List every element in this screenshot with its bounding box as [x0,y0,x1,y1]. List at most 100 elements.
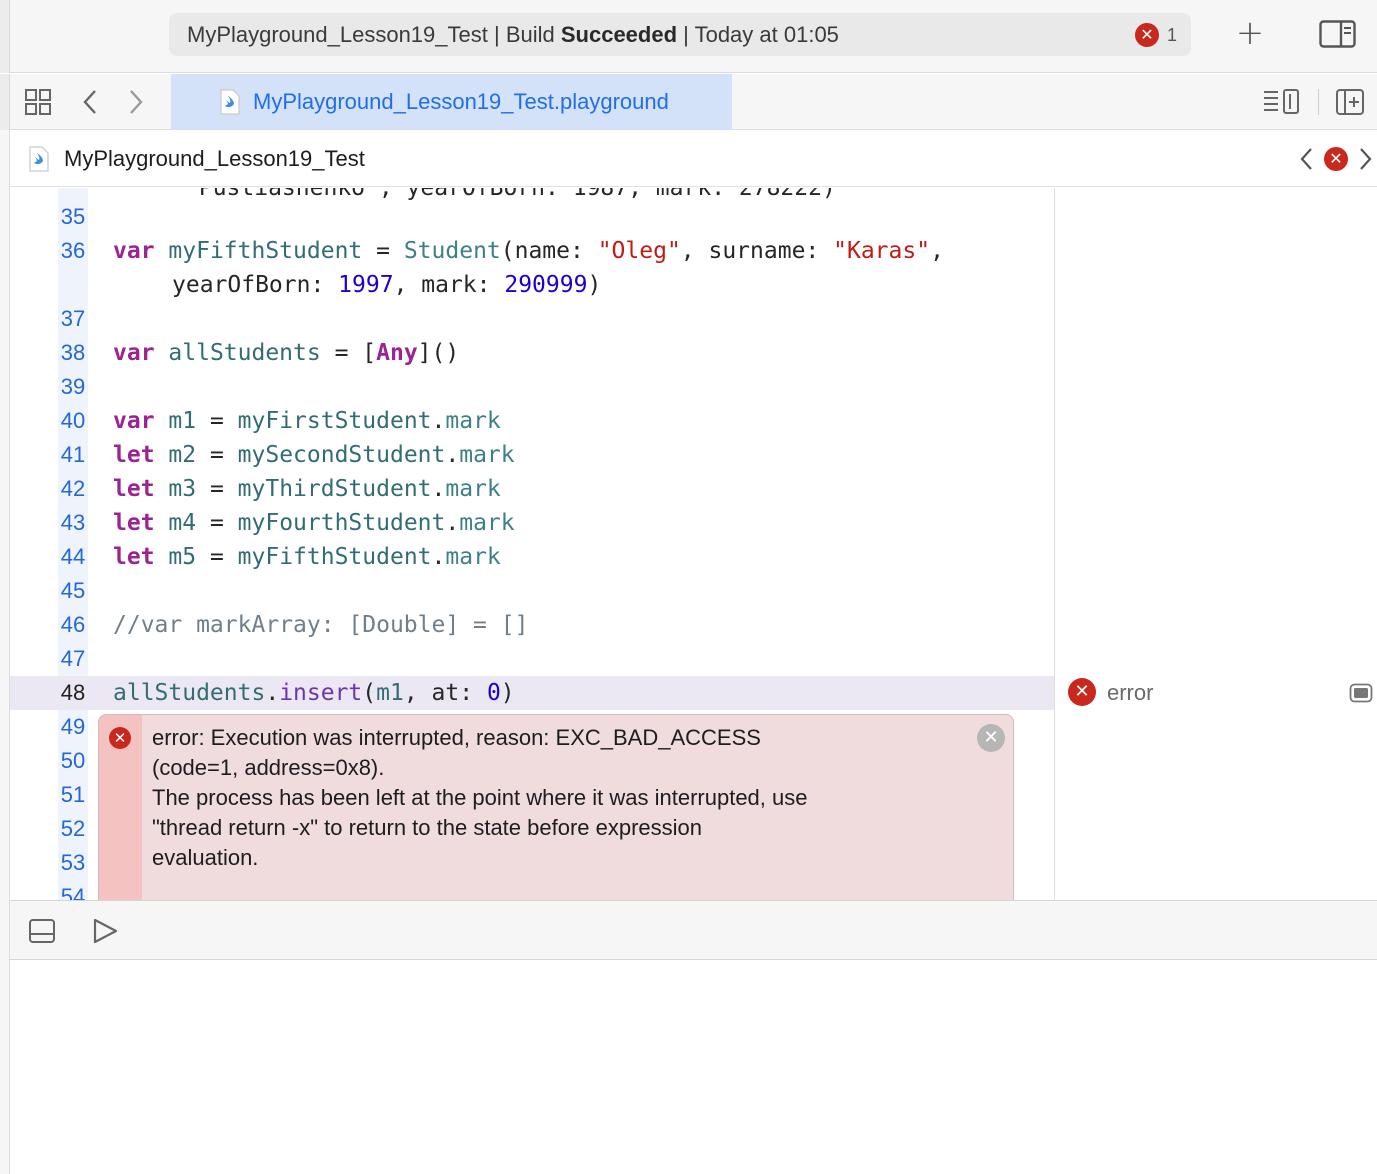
code-text: let m4 = myFourthStudent.mark [113,510,515,536]
code-text: let m3 = myThirdStudent.mark [113,476,501,502]
code-line[interactable]: 46 //var markArray: [Double] = [] [10,608,1054,642]
line-number: 42 [60,476,86,501]
line-number: 49 [60,714,86,739]
code-line[interactable]: 47 [10,642,1054,676]
code-line[interactable]: 39 [10,370,1054,404]
go-back-button[interactable] [78,88,104,116]
close-icon[interactable]: ✕ [977,724,1005,752]
add-editor-button[interactable] [1335,88,1365,116]
toolbar-divider [1318,89,1319,115]
source-editor[interactable]: "Pustiashenko", yearOfBorn: 1987, mark: … [10,188,1054,900]
swift-file-icon [29,146,49,172]
tab-bar: MyPlayground_Lesson19_Test.playground [0,74,1377,130]
line-number: 45 [60,578,86,603]
split-editor-icon [1336,89,1364,115]
editor-options-button[interactable] [1262,88,1302,116]
console-area[interactable] [10,961,1377,1174]
go-forward-button[interactable] [122,88,148,116]
code-line[interactable]: 40 var m1 = myFirstStudent.mark [10,404,1054,438]
code-text: let m2 = mySecondStudent.mark [113,442,515,468]
status-build-state: Succeeded [560,22,678,47]
chevron-right-icon [130,90,143,114]
next-issue-button[interactable] [1357,146,1375,172]
window-left-edge [0,130,10,1174]
line-number: 35 [60,204,86,229]
toggle-debug-area-button[interactable] [28,917,56,945]
status-text: MyPlayground_Lesson19_Test | Build Succe… [187,22,839,47]
line-number: 46 [60,612,86,637]
tab-label: MyPlayground_Lesson19_Test.playground [253,89,669,114]
line-number: 41 [60,442,86,467]
toolbar: MyPlayground_Lesson19_Test | Build Succe… [0,0,1377,73]
error-icon: ✕ [109,727,131,749]
swift-file-icon [220,89,240,115]
code-line[interactable]: 43 let m4 = myFourthStudent.mark [10,506,1054,540]
debug-bar [10,900,1377,960]
line-number: 50 [60,748,86,773]
code-line[interactable]: 35 [10,200,1054,234]
chevron-right-icon [1360,148,1372,170]
line-number: 39 [60,374,86,399]
error-icon[interactable]: ✕ [1324,147,1348,171]
line-number: 53 [60,850,86,875]
status-time: Today at 01:05 [694,22,839,47]
code-text: let m5 = myFifthStudent.mark [113,544,501,570]
error-popover[interactable]: ✕ error: Execution was interrupted, reas… [98,714,1014,900]
code-line[interactable]: 37 [10,302,1054,336]
sidebar-edge [0,74,10,130]
code-line[interactable]: 45 [10,574,1054,608]
code-line[interactable]: 42 let m3 = myThirdStudent.mark [10,472,1054,506]
code-line-wrapped[interactable]: yearOfBorn: 1997, mark: 290999) [10,268,1054,302]
play-icon [93,918,118,944]
code-text: yearOfBorn: 1997, mark: 290999) [172,272,602,298]
code-line[interactable]: 44 let m5 = myFifthStudent.mark [10,540,1054,574]
line-number: 54 [60,884,86,900]
code-text: allStudents.insert(m1, at: 0) [113,680,515,706]
add-library-button[interactable]: + [1232,16,1268,52]
status-build-label: Build [505,22,555,47]
code-comment: //var markArray: [Double] = [] [113,612,529,638]
chevron-left-icon [83,90,96,114]
line-number: 37 [60,306,86,331]
line-number: 40 [60,408,86,433]
status-error-count: 1 [1166,24,1177,45]
chevron-left-icon [1300,148,1312,170]
show-result-button[interactable] [1349,682,1373,704]
jump-bar: MyPlayground_Lesson19_Test ✕ [10,131,1377,187]
activity-status-field[interactable]: MyPlayground_Lesson19_Test | Build Succe… [169,13,1191,56]
result-view-icon [1349,683,1373,703]
status-error-indicator[interactable]: ✕ 1 [1134,23,1177,47]
line-number: 51 [60,782,86,807]
line-number: 38 [60,340,86,365]
line-number: 47 [60,646,86,671]
code-text: var m1 = myFirstStudent.mark [113,408,501,434]
lines-editor-icon [1264,89,1299,114]
run-playground-button[interactable] [90,917,120,945]
error-icon: ✕ [1068,678,1096,706]
sidebar-edge [0,0,10,73]
inspector-icon [1319,20,1356,48]
toggle-inspector-button[interactable] [1319,20,1356,48]
breadcrumb[interactable]: MyPlayground_Lesson19_Test [64,131,365,187]
line-number: 43 [60,510,86,535]
line-number: 36 [60,238,86,263]
grid-icon [25,89,51,115]
debug-area-icon [29,919,55,943]
line-number: 48 [60,680,86,705]
result-value: error [1107,680,1154,705]
current-code-line[interactable]: 48 allStudents.insert(m1, at: 0) [10,676,1054,710]
result-row[interactable]: ✕ error [1055,676,1377,710]
code-text: var allStudents = [Any]() [113,340,460,366]
tab-playground[interactable]: MyPlayground_Lesson19_Test.playground [171,74,732,130]
related-items-button[interactable] [24,88,52,116]
results-sidebar: ✕ error [1054,188,1377,900]
line-number: 52 [60,816,86,841]
status-project-name: MyPlayground_Lesson19_Test [187,22,488,47]
code-line[interactable]: 38 var allStudents = [Any]() [10,336,1054,370]
code-line[interactable]: 36 var myFifthStudent = Student(name: "Ol… [10,234,1054,268]
previous-issue-button[interactable] [1297,146,1315,172]
line-number: 44 [60,544,86,569]
error-message: error: Execution was interrupted, reason… [152,725,808,870]
code-text: var myFifthStudent = Student(name: "Oleg… [113,238,944,264]
code-line[interactable]: 41 let m2 = mySecondStudent.mark [10,438,1054,472]
